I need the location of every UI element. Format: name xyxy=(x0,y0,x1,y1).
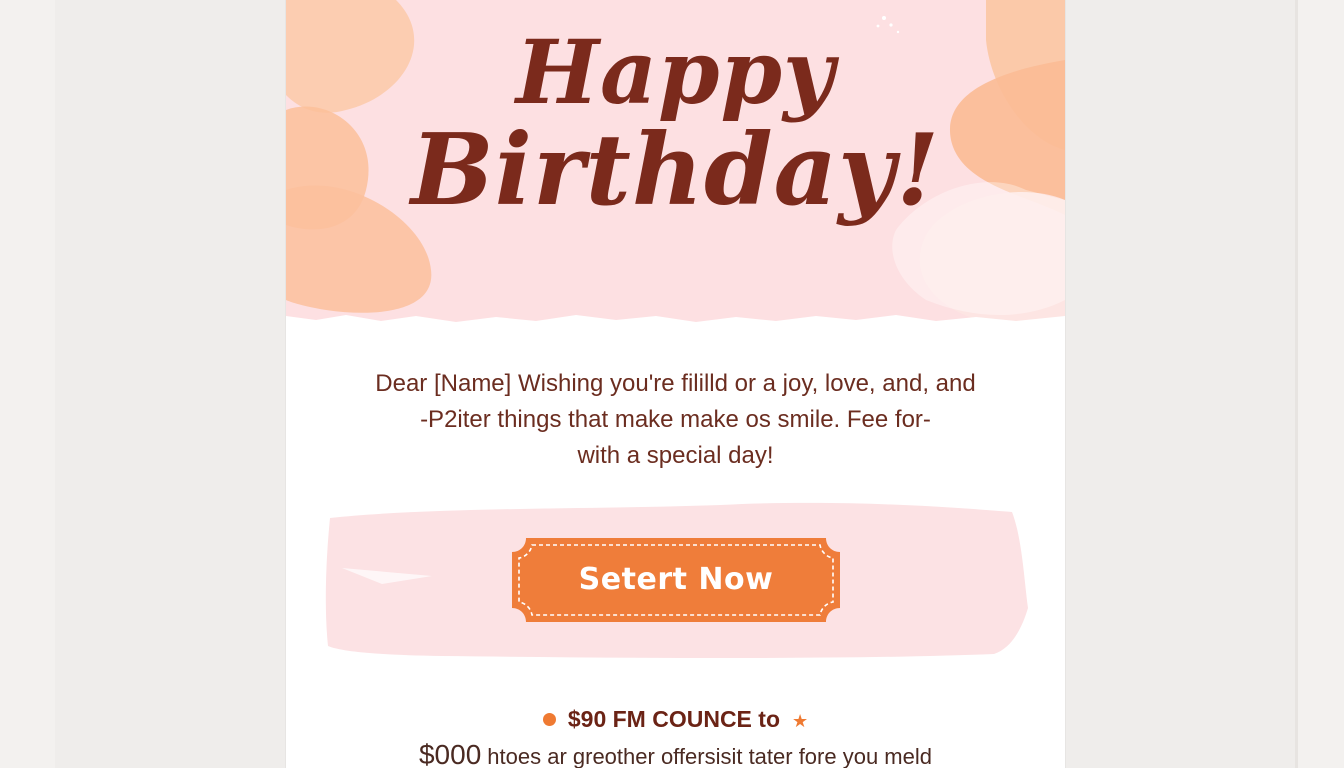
start-now-label: Setert Now xyxy=(578,562,774,597)
heading-line-2: Birthday! xyxy=(410,113,941,228)
message-line: Dear [Name] Wishing you're fililld or a … xyxy=(375,370,976,397)
hero-banner: Happy Birthday! xyxy=(286,0,1065,322)
torn-paper-edge xyxy=(286,315,1065,336)
email-card: Happy Birthday! Dear [Name] Wishing you'… xyxy=(286,0,1065,768)
heading-line-1: Happy xyxy=(515,20,836,124)
promo-text: htoes ar greother offersisit tater fore … xyxy=(487,744,932,768)
start-now-button[interactable]: Setert Now xyxy=(512,538,840,622)
star-icon: ★ xyxy=(792,710,809,731)
promo-heading: $90 FM COUNCE to ★ xyxy=(286,702,1065,738)
birthday-heading: Happy Birthday! xyxy=(286,28,1065,220)
sparkle-dot xyxy=(889,23,893,27)
promo-amount: $000 xyxy=(418,739,482,768)
message-line: with a special day! xyxy=(577,442,774,469)
sparkle-dot xyxy=(876,24,880,28)
promo-title-text: $90 FM COUNCE to xyxy=(567,706,780,732)
message-line: -P2iter things that make make os smile. … xyxy=(420,406,931,433)
bullet-dot-icon xyxy=(542,712,556,726)
sparkle-dot xyxy=(882,16,886,20)
greeting-message: Dear [Name] Wishing you're fililld or a … xyxy=(346,366,1005,474)
promo-details: $000 htoes ar greother offersisit tater f… xyxy=(286,738,1065,768)
